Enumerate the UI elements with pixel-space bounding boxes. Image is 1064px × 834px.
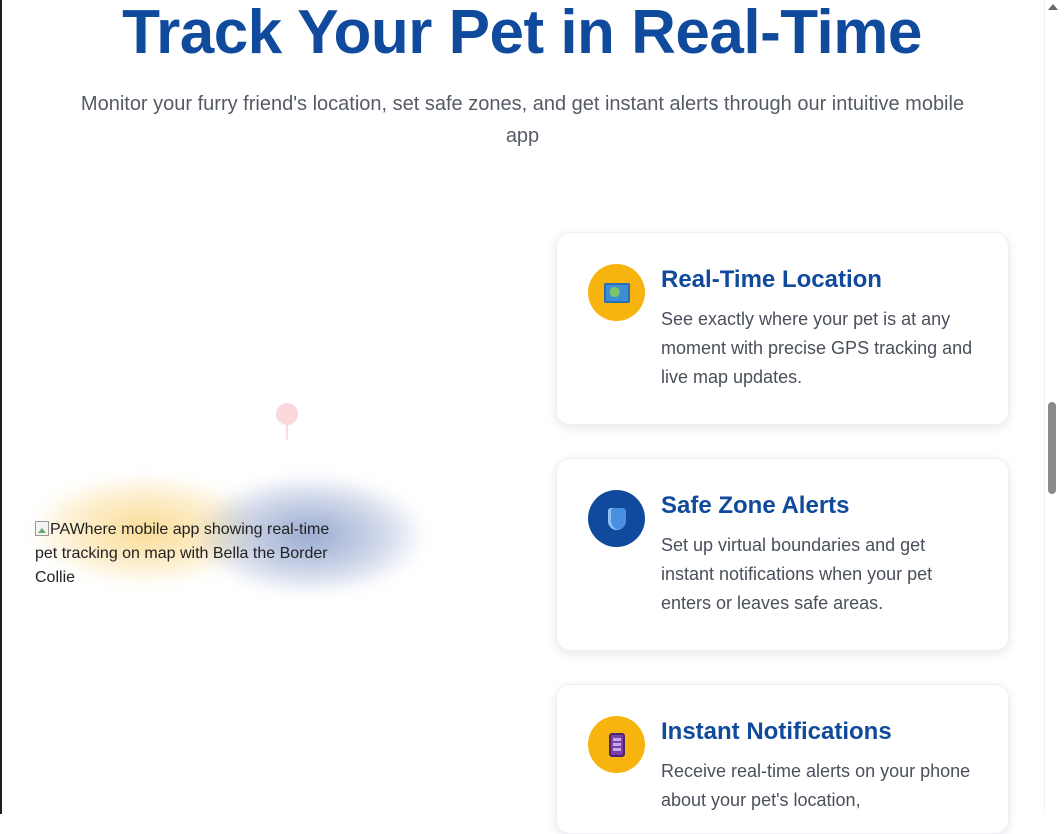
app-preview-area: PAWhere mobile app showing real-time pet… [20,380,450,660]
window-left-border [0,0,2,814]
vertical-scrollbar[interactable] [1044,0,1064,814]
feature-description: Receive real-time alerts on your phone a… [661,761,971,810]
map-pin-icon [276,403,298,425]
scroll-up-arrow-icon[interactable] [1048,4,1058,10]
feature-card-instant-notifications: Instant Notifications Receive real-time … [556,684,1009,834]
mobile-phone-icon [588,716,645,773]
feature-card-real-time-location: Real-Time Location See exactly where you… [556,232,1009,425]
feature-title: Safe Zone Alerts [661,492,850,519]
map-pin-stem [286,424,288,440]
image-alt-text: PAWhere mobile app showing real-time pet… [35,521,330,586]
map-icon [588,264,645,321]
feature-title: Instant Notifications [661,718,892,745]
broken-image-icon [35,521,49,536]
feature-description: Set up virtual boundaries and get instan… [661,535,933,613]
feature-title: Real-Time Location [661,266,882,293]
feature-description: See exactly where your pet is at any mom… [661,309,973,387]
page-title: Track Your Pet in Real-Time [122,0,922,67]
app-screenshot-image: PAWhere mobile app showing real-time pet… [35,518,355,590]
page-subtitle: Monitor your furry friend's location, se… [80,93,965,147]
shield-icon [588,490,645,547]
scrollbar-thumb[interactable] [1048,402,1056,494]
feature-card-safe-zone-alerts: Safe Zone Alerts Set up virtual boundari… [556,458,1009,651]
